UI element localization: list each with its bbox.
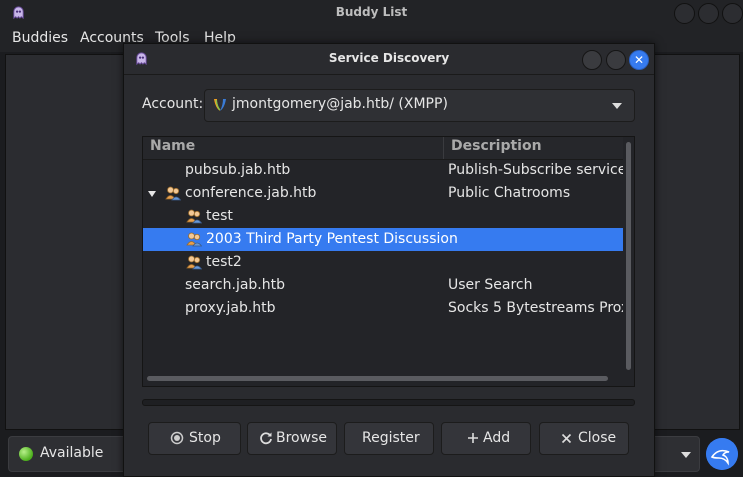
- services-tree[interactable]: Name Description pubsub.jab.htb Publish-…: [142, 136, 635, 387]
- plus-icon: [468, 433, 478, 443]
- register-button[interactable]: Register: [344, 422, 434, 455]
- available-status-icon: [19, 447, 33, 461]
- chatroom-name: test2: [206, 254, 242, 270]
- browse-label: Browse: [276, 430, 327, 446]
- service-description: Publish-Subscribe service: [448, 162, 624, 178]
- horizontal-scrollbar[interactable]: [143, 373, 623, 385]
- account-label: Account:: [142, 96, 204, 112]
- scrollbar-thumb[interactable]: [626, 142, 631, 370]
- chevron-down-icon: [612, 103, 622, 109]
- menu-buddies[interactable]: Buddies: [12, 30, 68, 46]
- close-button[interactable]: Close: [539, 422, 629, 455]
- status-label: Available: [40, 445, 104, 461]
- kali-dragon-icon[interactable]: [706, 438, 738, 470]
- service-name: pubsub.jab.htb: [185, 162, 291, 178]
- chatroom-icon: [186, 232, 202, 247]
- dialog-minimize-button[interactable]: [582, 50, 602, 70]
- column-header-name[interactable]: Name: [150, 138, 195, 154]
- chatroom-name: test: [206, 208, 233, 224]
- column-divider[interactable]: [443, 137, 444, 159]
- dialog-close-button[interactable]: ✕: [629, 50, 649, 70]
- chatroom-icon: [186, 255, 202, 270]
- browse-button[interactable]: Browse: [247, 422, 337, 455]
- chatroom-name: 2003 Third Party Pentest Discussion: [206, 231, 458, 247]
- tree-header: Name Description: [143, 137, 623, 160]
- scrollbar-thumb[interactable]: [147, 376, 608, 381]
- tree-row[interactable]: search.jab.htb User Search: [143, 274, 623, 297]
- account-value: jmontgomery@jab.htb/ (XMPP): [232, 96, 448, 112]
- close-icon: [561, 433, 572, 444]
- status-selector[interactable]: Available: [8, 436, 130, 472]
- register-label: Register: [362, 430, 420, 446]
- stop-label: Stop: [189, 430, 221, 446]
- discovery-progress-bar: [142, 399, 635, 406]
- dialog-titlebar: Service Discovery ✕: [124, 44, 654, 75]
- chevron-down-icon: [681, 452, 691, 458]
- close-label: Close: [578, 430, 617, 446]
- service-description: User Search: [448, 277, 533, 293]
- xmpp-icon: [214, 99, 226, 111]
- vertical-scrollbar[interactable]: [623, 137, 634, 386]
- tree-row-selected[interactable]: 2003 Third Party Pentest Discussion: [143, 228, 623, 251]
- chatroom-icon: [186, 209, 202, 224]
- column-header-description[interactable]: Description: [451, 138, 542, 154]
- add-label: Add: [483, 430, 511, 446]
- tree-row[interactable]: test2: [143, 251, 623, 274]
- service-description: Public Chatrooms: [448, 185, 571, 201]
- service-name: search.jab.htb: [185, 277, 286, 293]
- add-button[interactable]: Add: [441, 422, 531, 455]
- dialog-maximize-button[interactable]: [606, 50, 626, 70]
- service-name: proxy.jab.htb: [185, 300, 276, 316]
- service-discovery-dialog: Service Discovery ✕ Account: jmontgomery…: [123, 43, 655, 477]
- tree-row[interactable]: conference.jab.htb Public Chatrooms: [143, 182, 623, 205]
- minimize-button[interactable]: [674, 3, 695, 24]
- window-close-button[interactable]: [722, 3, 743, 24]
- expander-arrow-icon[interactable]: [148, 191, 156, 197]
- status-dropdown-button[interactable]: [654, 436, 700, 472]
- service-description: Socks 5 Bytestreams Proxy: [448, 300, 624, 316]
- tree-row[interactable]: pubsub.jab.htb Publish-Subscribe service: [143, 159, 624, 182]
- chatroom-icon: [165, 186, 181, 201]
- buddy-list-title: Buddy List: [335, 5, 408, 19]
- tree-row[interactable]: proxy.jab.htb Socks 5 Bytestreams Proxy: [143, 297, 624, 320]
- buddy-list-titlebar: Buddy List: [0, 0, 743, 26]
- service-name: conference.jab.htb: [185, 185, 317, 201]
- maximize-button[interactable]: [698, 3, 719, 24]
- dialog-title: Service Discovery: [328, 51, 450, 65]
- refresh-icon: [260, 432, 272, 445]
- stop-icon: [170, 431, 184, 445]
- account-dropdown[interactable]: jmontgomery@jab.htb/ (XMPP): [204, 89, 635, 122]
- stop-button[interactable]: Stop: [148, 422, 241, 455]
- tree-row[interactable]: test: [143, 205, 623, 228]
